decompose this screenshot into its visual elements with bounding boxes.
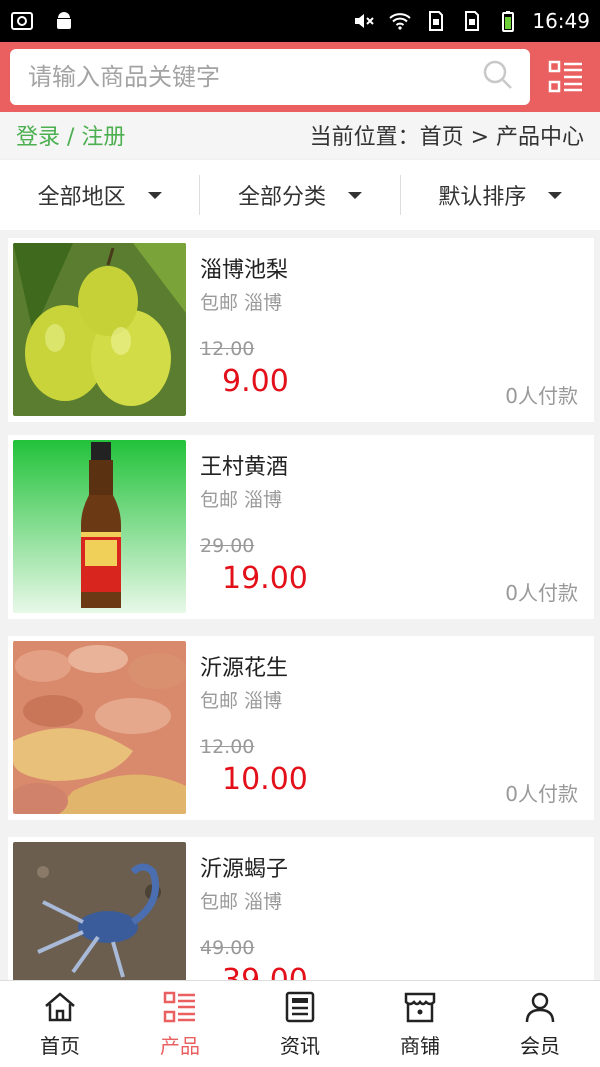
search-box[interactable] bbox=[10, 49, 530, 105]
tab-shops[interactable]: 商铺 bbox=[360, 981, 480, 1067]
region-filter[interactable]: 全部地区 bbox=[0, 175, 201, 215]
product-image-wine[interactable] bbox=[13, 440, 186, 613]
caret-down-icon bbox=[147, 191, 162, 199]
caret-down-icon bbox=[548, 191, 563, 199]
breadcrumb: 当前位置：首页 > 产品中心 bbox=[309, 125, 584, 150]
product-card[interactable]: 沂源花生 包邮 淄博 12.00 10.00 0人付款 bbox=[8, 636, 594, 820]
filter-bar: 全部地区 全部分类 默认排序 bbox=[0, 160, 600, 230]
category-filter[interactable]: 全部分类 bbox=[200, 175, 401, 215]
sale-price: 9.00 bbox=[222, 364, 289, 399]
clock: 16:49 bbox=[532, 9, 590, 33]
caret-down-icon bbox=[348, 191, 362, 199]
product-name[interactable]: 沂源蝎子 bbox=[200, 851, 288, 883]
list-icon bbox=[163, 991, 195, 1022]
wifi-icon bbox=[388, 9, 412, 33]
paid-count: 0人付款 bbox=[505, 782, 578, 806]
paid-count: 0人付款 bbox=[505, 384, 578, 408]
mute-icon bbox=[352, 9, 376, 33]
tab-label: 产品 bbox=[160, 1033, 200, 1058]
product-shipping: 包邮 淄博 bbox=[200, 292, 283, 314]
filter-label: 全部分类 bbox=[237, 185, 326, 210]
product-shipping: 包邮 淄博 bbox=[200, 489, 283, 511]
sim1-icon bbox=[424, 9, 448, 33]
status-bar: 16:49 bbox=[0, 0, 600, 42]
product-shipping: 包邮 淄博 bbox=[200, 690, 283, 712]
original-price: 12.00 bbox=[200, 338, 255, 360]
home-icon bbox=[45, 991, 75, 1021]
sale-price: 19.00 bbox=[222, 561, 308, 596]
product-card[interactable]: 淄博池梨 包邮 淄博 12.00 9.00 0人付款 bbox=[8, 238, 594, 422]
sort-filter[interactable]: 默认排序 bbox=[401, 175, 600, 215]
product-list: 淄博池梨 包邮 淄博 12.00 9.00 0人付款 王村黄酒 包邮 淄博 29… bbox=[0, 230, 600, 980]
product-image-scorpion[interactable] bbox=[13, 842, 186, 980]
product-name[interactable]: 沂源花生 bbox=[200, 650, 288, 682]
product-name[interactable]: 淄博池梨 bbox=[200, 252, 288, 284]
tab-label: 首页 bbox=[40, 1033, 80, 1058]
breadcrumb-bar: 登录 / 注册 当前位置：首页 > 产品中心 bbox=[0, 112, 600, 158]
screenshot-icon bbox=[10, 9, 34, 33]
product-shipping: 包邮 淄博 bbox=[200, 891, 283, 913]
sale-price: 10.00 bbox=[222, 762, 308, 797]
bottom-tab-bar: 首页 产品 资讯 商铺 会员 bbox=[0, 980, 600, 1067]
product-card[interactable]: 王村黄酒 包邮 淄博 29.00 19.00 0人付款 bbox=[8, 435, 594, 619]
shop-icon bbox=[404, 992, 436, 1022]
original-price: 29.00 bbox=[200, 535, 255, 557]
product-image-pear[interactable] bbox=[13, 243, 186, 416]
tab-label: 资讯 bbox=[280, 1033, 320, 1058]
original-price: 12.00 bbox=[200, 736, 255, 758]
list-menu-icon bbox=[548, 60, 582, 93]
sale-price: 39.00 bbox=[222, 963, 308, 980]
product-card[interactable]: 沂源蝎子 包邮 淄博 49.00 39.00 bbox=[8, 837, 594, 980]
battery-icon bbox=[496, 9, 520, 33]
tab-member[interactable]: 会员 bbox=[480, 981, 600, 1067]
original-price: 49.00 bbox=[200, 937, 255, 959]
product-image-peanut[interactable] bbox=[13, 641, 186, 814]
tab-news[interactable]: 资讯 bbox=[240, 981, 360, 1067]
search-icon[interactable] bbox=[482, 59, 514, 95]
product-name[interactable]: 王村黄酒 bbox=[200, 449, 288, 481]
search-input[interactable] bbox=[28, 63, 482, 91]
tab-home[interactable]: 首页 bbox=[0, 981, 120, 1067]
user-icon bbox=[525, 992, 555, 1022]
paid-count: 0人付款 bbox=[505, 581, 578, 605]
filter-label: 默认排序 bbox=[438, 185, 527, 210]
tab-label: 会员 bbox=[520, 1033, 560, 1058]
tab-label: 商铺 bbox=[400, 1033, 440, 1058]
header bbox=[0, 42, 600, 112]
filter-label: 全部地区 bbox=[37, 185, 126, 210]
sim2-icon bbox=[460, 9, 484, 33]
category-menu-button[interactable] bbox=[548, 59, 584, 95]
news-icon bbox=[285, 991, 315, 1022]
android-icon bbox=[52, 9, 76, 33]
tab-products[interactable]: 产品 bbox=[120, 981, 240, 1067]
login-register-link[interactable]: 登录 / 注册 bbox=[16, 119, 125, 151]
